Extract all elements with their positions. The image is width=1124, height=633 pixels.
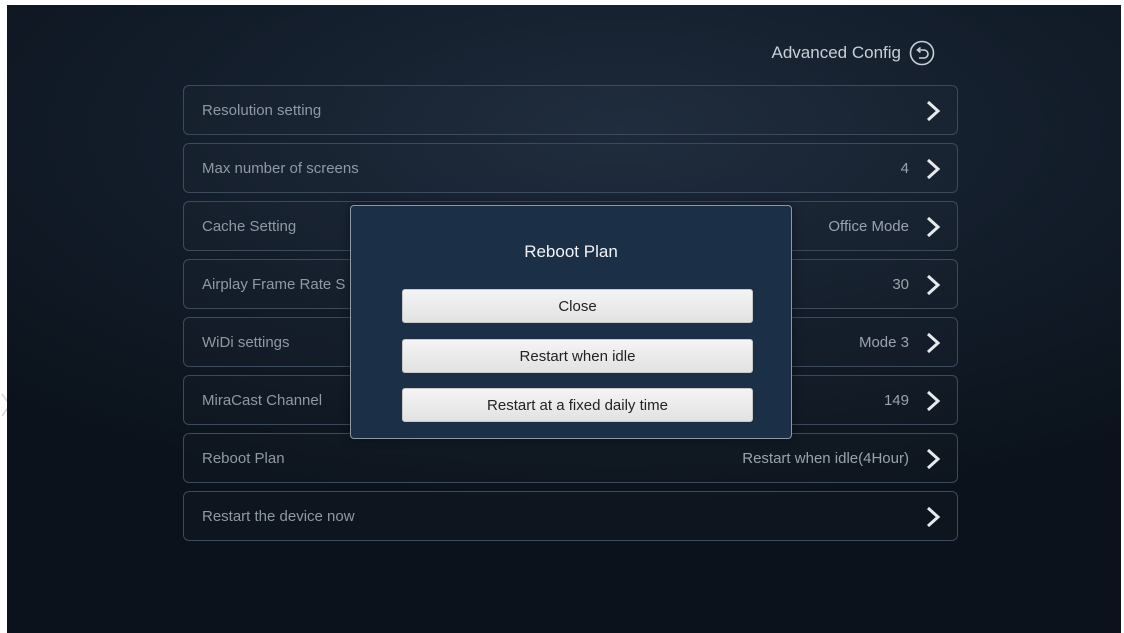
setting-row-reboot-plan[interactable]: Reboot Plan Restart when idle(4Hour) [183, 433, 958, 483]
setting-label: Reboot Plan [202, 450, 285, 467]
setting-label: WiDi settings [202, 334, 290, 351]
setting-value: Office Mode [828, 218, 909, 235]
back-arrow-circle-icon[interactable] [909, 40, 935, 66]
close-option-button[interactable]: Close [402, 289, 753, 323]
setting-value: Restart when idle(4Hour) [742, 450, 909, 467]
setting-label: Airplay Frame Rate S [202, 276, 346, 293]
setting-label: MiraCast Channel [202, 392, 323, 409]
chevron-right-icon [923, 215, 943, 239]
page-header: Advanced Config [772, 40, 935, 66]
setting-value: 4 [900, 160, 909, 177]
setting-label: Restart the device now [202, 508, 355, 525]
chevron-right-icon [923, 447, 943, 471]
chevron-right-icon [923, 331, 943, 355]
restart-fixed-daily-time-option-button[interactable]: Restart at a fixed daily time [402, 388, 753, 422]
chevron-right-icon [923, 157, 943, 181]
dialog-title: Reboot Plan [524, 242, 618, 261]
setting-label: Max number of screens [202, 160, 359, 177]
reboot-plan-dialog: Reboot Plan Close Restart when idle Rest… [350, 205, 792, 439]
page-title: Advanced Config [771, 43, 901, 62]
chevron-right-icon [923, 505, 943, 529]
setting-row-restart-now[interactable]: Restart the device now [183, 491, 958, 541]
settings-screen: Advanced Config Resolution setting Max n… [7, 5, 1121, 633]
setting-label: Resolution setting [202, 102, 322, 119]
chevron-right-icon [923, 273, 943, 297]
chevron-right-icon [923, 99, 943, 123]
setting-row-max-screens[interactable]: Max number of screens 4 [183, 143, 958, 193]
setting-label: Cache Setting [202, 218, 297, 235]
restart-when-idle-option-button[interactable]: Restart when idle [402, 339, 753, 373]
setting-value: 149 [883, 392, 909, 409]
chevron-right-icon [923, 389, 943, 413]
setting-row-resolution[interactable]: Resolution setting [183, 85, 958, 135]
setting-value: 30 [892, 276, 909, 293]
setting-value: Mode 3 [858, 334, 909, 351]
